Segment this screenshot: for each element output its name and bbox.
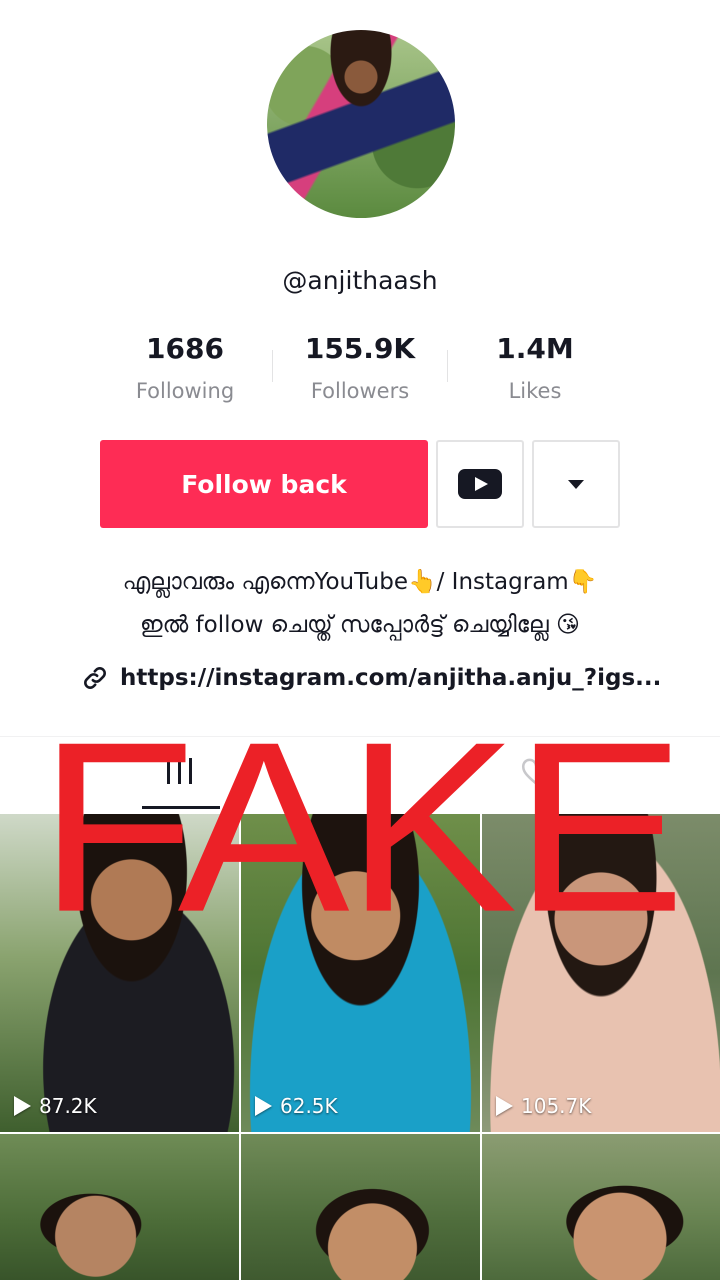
video-thumbnail[interactable] xyxy=(241,1134,480,1280)
video-thumbnail[interactable] xyxy=(482,1134,720,1280)
profile-tabs xyxy=(0,736,720,814)
stat-following[interactable]: 1686 Following xyxy=(97,332,273,403)
video-thumbnail[interactable]: 62.5K xyxy=(241,814,480,1132)
bio-line-1: എല്ലാവരും എന്നെYouTube👆/ Instagram👇 xyxy=(122,569,598,595)
liked-heart-icon[interactable] xyxy=(520,758,552,786)
stat-followers-label: Followers xyxy=(310,379,410,403)
play-icon xyxy=(496,1096,513,1116)
youtube-button[interactable] xyxy=(436,440,524,528)
play-icon xyxy=(255,1096,272,1116)
stat-likes[interactable]: 1.4M Likes xyxy=(447,332,623,403)
stat-followers-value: 155.9K xyxy=(304,332,416,365)
caret-down-icon xyxy=(568,479,584,489)
stat-following-label: Following xyxy=(135,379,235,403)
more-options-button[interactable] xyxy=(532,440,620,528)
profile-username: @anjithaash xyxy=(282,266,438,295)
bio-link[interactable]: https://instagram.com/anjitha.anju_?igs.… xyxy=(82,660,661,696)
stat-likes-value: 1.4M xyxy=(496,332,574,365)
videos-grid-icon[interactable] xyxy=(165,758,195,784)
follow-back-button[interactable]: Follow back xyxy=(100,440,428,528)
stat-followers[interactable]: 155.9K Followers xyxy=(272,332,448,403)
profile-avatar[interactable] xyxy=(267,30,455,218)
stat-following-value: 1686 xyxy=(146,332,224,365)
play-icon xyxy=(14,1096,31,1116)
play-count: 87.2K xyxy=(14,1094,97,1118)
video-thumbnail[interactable]: 105.7K xyxy=(482,814,720,1132)
video-thumbnail[interactable] xyxy=(0,1134,239,1280)
bio-link-text: https://instagram.com/anjitha.anju_?igs.… xyxy=(120,665,662,691)
bio-line-2: ഇൽ follow ചെയ്ത് സപ്പോർട്ട് ചെയ്യില്ലേ 😘 xyxy=(140,612,580,638)
youtube-icon xyxy=(458,469,502,499)
link-icon xyxy=(84,667,106,689)
video-thumbnail[interactable]: 87.2K xyxy=(0,814,239,1132)
play-count: 105.7K xyxy=(496,1094,591,1118)
active-tab-indicator xyxy=(142,806,220,809)
play-count: 62.5K xyxy=(255,1094,338,1118)
stat-likes-label: Likes xyxy=(508,379,562,403)
